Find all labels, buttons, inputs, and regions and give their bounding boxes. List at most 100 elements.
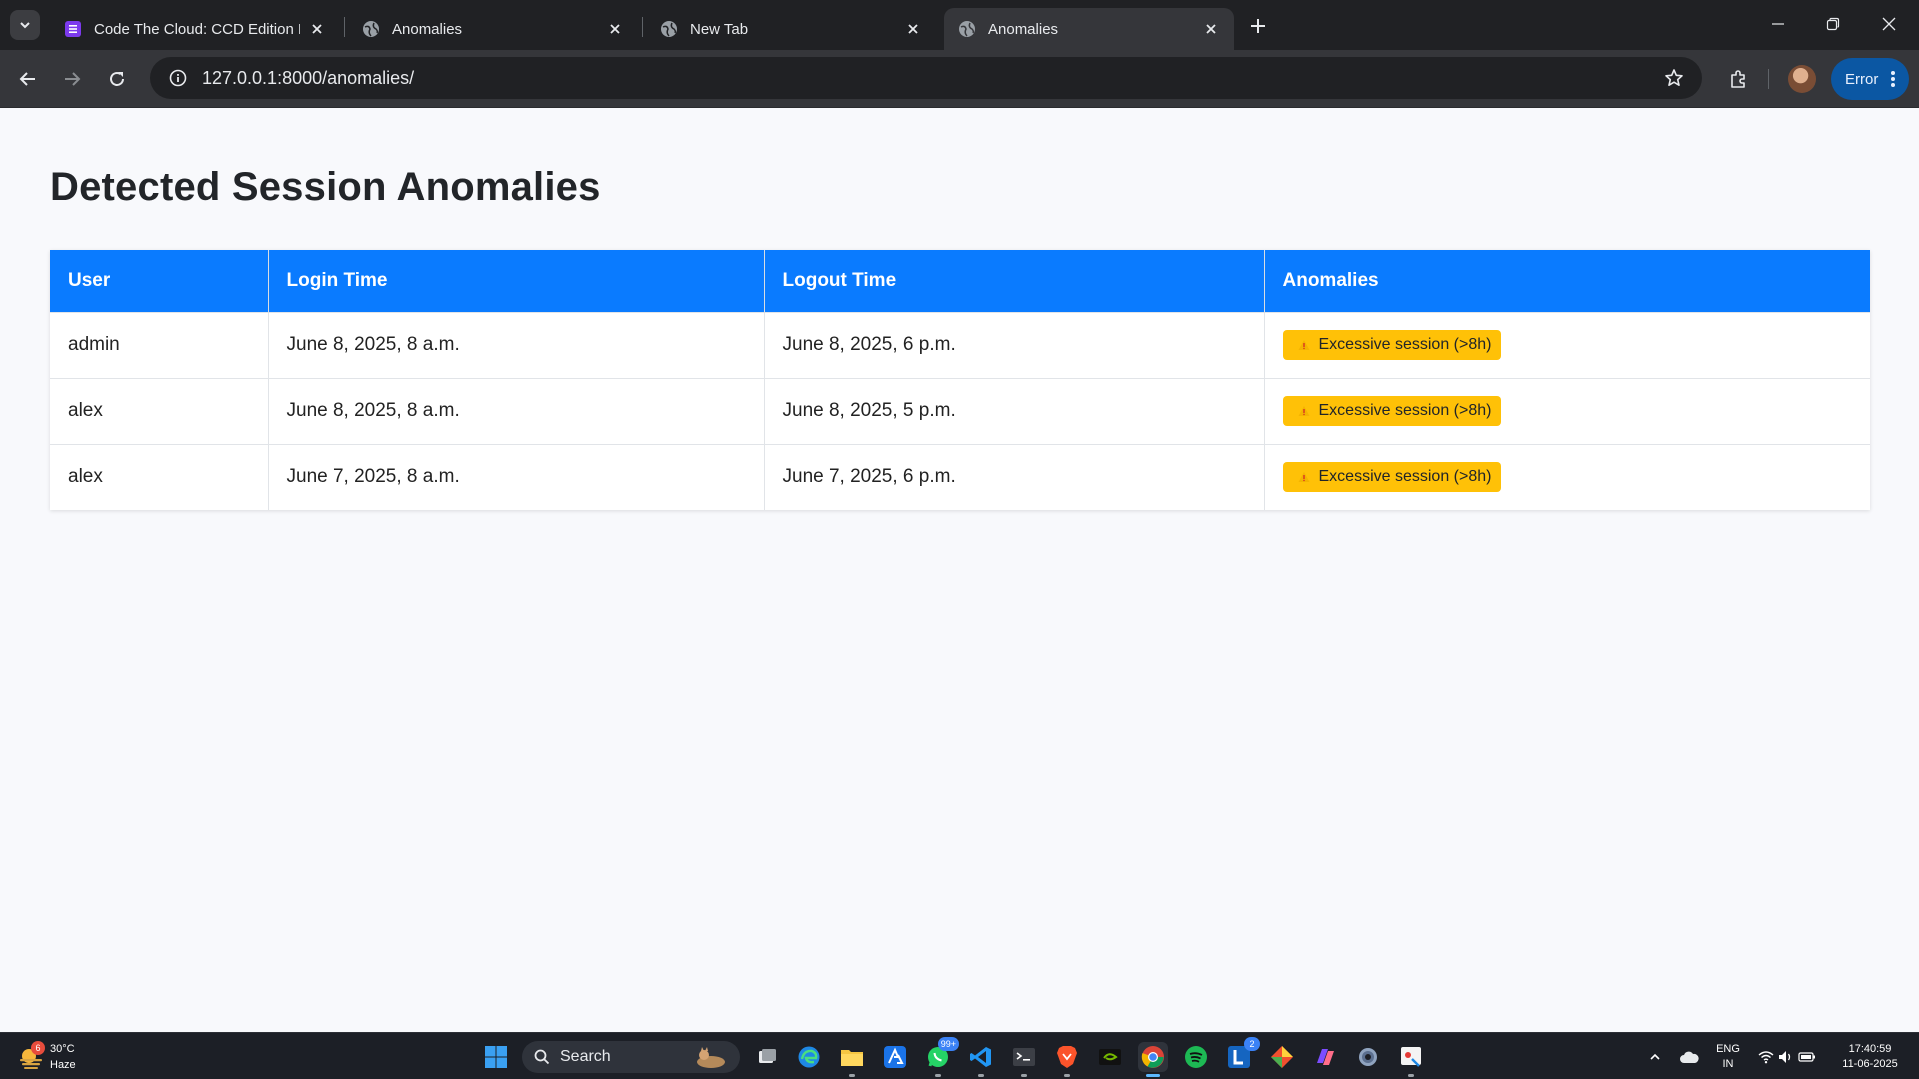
onedrive-button[interactable] [1675, 1042, 1703, 1072]
tab-anomalies-1[interactable]: Anomalies [348, 8, 638, 50]
taskbar-nvidia[interactable] [1095, 1042, 1125, 1072]
quick-settings-button[interactable] [1752, 1042, 1822, 1072]
error-menu-button[interactable]: Error [1831, 58, 1909, 100]
forms-icon [64, 20, 82, 38]
tab-strip: Code The Cloud: CCD Edition H Anomalies … [0, 0, 1919, 50]
language-code: ENG [1716, 1043, 1740, 1055]
url-text[interactable]: 127.0.0.1:8000/anomalies/ [202, 68, 1654, 89]
table-row: admin June 8, 2025, 8 a.m. June 8, 2025,… [50, 311, 1870, 378]
search-icon [534, 1049, 550, 1065]
clock-date: 11-06-2025 [1842, 1058, 1898, 1070]
cell-user: alex [50, 443, 269, 510]
close-icon[interactable] [902, 18, 924, 40]
restore-button[interactable] [1810, 4, 1856, 44]
folder-icon [841, 1050, 863, 1066]
gear-icon [1359, 1048, 1377, 1066]
taskbar-file-explorer[interactable] [837, 1042, 867, 1077]
restore-icon [1826, 17, 1840, 31]
anomaly-badge: Excessive session (>8h) [1282, 396, 1502, 426]
wifi-icon [1758, 1051, 1774, 1064]
taskbar-brave[interactable] [1052, 1042, 1082, 1077]
tab-separator [642, 17, 643, 37]
weather-alert-badge: 6 [31, 1041, 45, 1055]
brave-icon [1057, 1046, 1077, 1068]
anomaly-badge: Excessive session (>8h) [1282, 330, 1502, 360]
whatsapp-badge: 99+ [937, 1037, 959, 1051]
arrow-right-icon [65, 72, 81, 86]
close-window-button[interactable] [1866, 4, 1912, 44]
anomaly-label: Excessive session (>8h) [1318, 468, 1492, 486]
tab-title: Anomalies [988, 20, 1059, 38]
language-indicator[interactable]: ENG IN [1714, 1042, 1742, 1072]
extensions-button[interactable] [1722, 63, 1754, 95]
taskbar-settings[interactable] [1353, 1042, 1383, 1072]
start-button[interactable] [481, 1042, 511, 1072]
weather-desc: Haze [50, 1059, 76, 1071]
windows-icon [485, 1046, 507, 1068]
taskbar-git-app[interactable] [1267, 1042, 1297, 1072]
anomalies-table: User Login Time Logout Time Anomalies ad… [50, 250, 1870, 510]
language-region: IN [1722, 1058, 1734, 1070]
edge-icon [798, 1046, 820, 1068]
forward-button[interactable] [56, 63, 88, 95]
show-hidden-icons-button[interactable] [1644, 1042, 1666, 1072]
taskbar-copilot[interactable] [1310, 1042, 1340, 1072]
browser-toolbar: 127.0.0.1:8000/anomalies/ Error [0, 50, 1919, 108]
taskbar-vscode[interactable] [966, 1042, 996, 1077]
taskbar-terminal[interactable] [1009, 1042, 1039, 1077]
task-view-button[interactable] [752, 1042, 782, 1072]
tab-code-the-cloud[interactable]: Code The Cloud: CCD Edition H [50, 8, 340, 50]
toolbar-separator [1768, 69, 1769, 89]
cell-logout-time: June 8, 2025, 5 p.m. [764, 377, 1265, 444]
site-info-icon[interactable] [158, 69, 198, 87]
close-icon[interactable] [1200, 18, 1222, 40]
address-bar[interactable]: 127.0.0.1:8000/anomalies/ [150, 57, 1702, 99]
nvidia-icon [1099, 1049, 1121, 1065]
cell-logout-time: June 7, 2025, 6 p.m. [764, 443, 1265, 510]
cell-user: alex [50, 377, 269, 444]
taskbar-spotify[interactable] [1181, 1042, 1211, 1072]
table-row: alex June 8, 2025, 8 a.m. June 8, 2025, … [50, 377, 1870, 444]
new-tab-button[interactable] [1244, 12, 1272, 40]
tab-search-button[interactable] [10, 10, 40, 40]
azure-icon [884, 1046, 906, 1068]
taskbar-edge[interactable] [794, 1042, 824, 1072]
warning-icon [1297, 404, 1311, 418]
battery-icon [1798, 1052, 1815, 1062]
minimize-button[interactable] [1755, 4, 1801, 44]
anomaly-label: Excessive session (>8h) [1318, 336, 1492, 353]
snipping-icon [1401, 1047, 1421, 1067]
tab-anomalies-active[interactable]: Anomalies [944, 8, 1234, 50]
taskbar-snipping-tool[interactable] [1396, 1042, 1426, 1077]
close-icon[interactable] [306, 18, 328, 40]
page-content: Detected Session Anomalies User Login Ti… [0, 108, 1919, 1032]
search-label: Search [560, 1048, 611, 1065]
tab-title: Code The Cloud: CCD Edition H [94, 20, 300, 38]
column-header-anomalies: Anomalies [1264, 250, 1870, 312]
reload-button[interactable] [101, 63, 133, 95]
back-button[interactable] [12, 63, 44, 95]
close-icon[interactable] [604, 18, 626, 40]
taskbar-azure-app[interactable] [880, 1042, 910, 1072]
globe-icon [958, 20, 976, 38]
app-notification-badge: 2 [1244, 1037, 1260, 1051]
bookmark-star-icon[interactable] [1654, 58, 1694, 98]
table-row: alex June 7, 2025, 8 a.m. June 7, 2025, … [50, 443, 1870, 510]
clock-time: 17:40:59 [1848, 1043, 1892, 1055]
task-view-icon [759, 1049, 776, 1063]
avatar[interactable] [1788, 65, 1816, 93]
taskbar-whatsapp[interactable]: 99+ [923, 1037, 959, 1077]
taskbar-search[interactable]: Search [522, 1041, 740, 1073]
taskbar-teams-app[interactable]: 2 [1224, 1037, 1260, 1072]
tab-title: Anomalies [392, 20, 463, 38]
page-title: Detected Session Anomalies [50, 165, 601, 209]
taskbar-chrome[interactable] [1138, 1042, 1168, 1077]
cell-login-time: June 8, 2025, 8 a.m. [268, 377, 765, 444]
tab-new-tab[interactable]: New Tab [646, 8, 936, 50]
clock[interactable]: 17:40:59 11-06-2025 [1830, 1042, 1910, 1072]
column-header-user: User [50, 250, 269, 312]
cell-login-time: June 7, 2025, 8 a.m. [268, 443, 765, 510]
globe-icon [362, 20, 380, 38]
anomaly-label: Excessive session (>8h) [1318, 402, 1492, 419]
chevron-up-icon [1650, 1053, 1660, 1060]
